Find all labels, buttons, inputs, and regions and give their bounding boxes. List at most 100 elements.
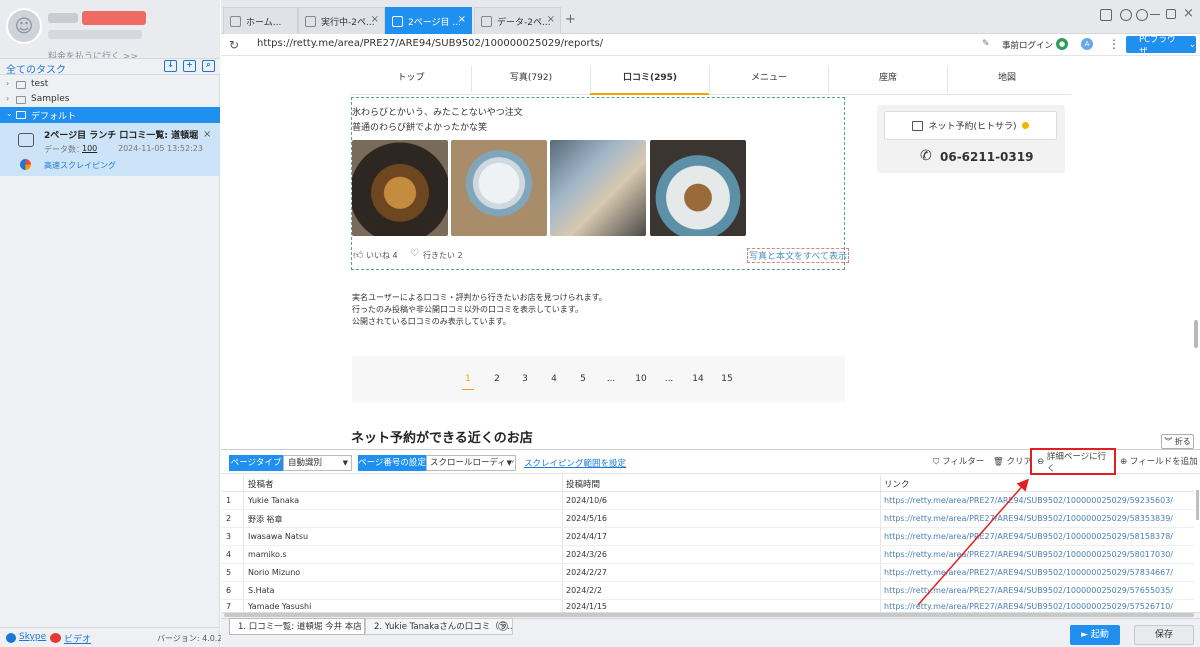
table-scrollbar[interactable]	[1196, 490, 1199, 520]
close-icon[interactable]: ×	[547, 14, 555, 25]
cell-author[interactable]: 野添 裕章	[248, 514, 283, 525]
page-link[interactable]: 14	[688, 374, 708, 384]
cell-link[interactable]: https://retty.me/area/PRE27/ARE94/SUB950…	[884, 568, 1173, 577]
like-count[interactable]: いいね 4	[366, 250, 398, 261]
page-link[interactable]: 3	[515, 374, 535, 384]
close-window-icon[interactable]: ×	[1183, 6, 1194, 21]
folder-default[interactable]: ⌄ デフォルト	[0, 107, 220, 123]
thumbs-up-icon[interactable]: 👍︎	[353, 249, 363, 261]
heart-icon[interactable]: ♡	[410, 248, 419, 259]
launch-button[interactable]: ► 起動	[1070, 625, 1120, 645]
cell-author[interactable]: S.Hata	[248, 586, 275, 595]
cell-author[interactable]: Iwasawa Natsu	[248, 532, 308, 541]
more-icon[interactable]: ⋮	[1108, 37, 1120, 51]
tab-page2[interactable]: 2ページ目 ... ×	[385, 7, 472, 34]
cell-author[interactable]: mamiko.s	[248, 550, 287, 559]
tab-data[interactable]: データ-2ペ... ×	[474, 7, 561, 34]
tasks-title[interactable]: 全てのタスク	[6, 61, 66, 76]
cell-link[interactable]: https://retty.me/area/PRE27/ARE94/SUB950…	[884, 602, 1173, 611]
add-field-button[interactable]: ⊕ フィールドを追加	[1120, 455, 1198, 467]
cell-link[interactable]: https://retty.me/area/PRE27/ARE94/SUB950…	[884, 514, 1173, 523]
folder-test[interactable]: › test	[0, 77, 220, 93]
cell-date[interactable]: 2024/10/6	[566, 496, 607, 505]
page-link[interactable]: 1	[458, 374, 478, 384]
minimize-icon[interactable]	[1150, 14, 1160, 15]
page-link[interactable]: 10	[631, 374, 651, 384]
cell-author[interactable]: Yamade Yasushi	[248, 602, 311, 611]
scrape-range-link[interactable]: スクレイピング範囲を設定	[524, 457, 626, 469]
cell-date[interactable]: 2024/5/16	[566, 514, 607, 523]
account-icon[interactable]: A	[1081, 38, 1093, 50]
clear-button[interactable]: 🗑︎ クリア	[993, 455, 1032, 467]
cell-date[interactable]: 2024/1/15	[566, 602, 607, 611]
table-row[interactable]: 3 Iwasawa Natsu 2024/4/17 https://retty.…	[221, 528, 1194, 546]
table-row[interactable]: 4 mamiko.s 2024/3/26 https://retty.me/ar…	[221, 546, 1194, 564]
want-count[interactable]: 行きたい 2	[423, 250, 463, 261]
page-link[interactable]: 4	[544, 374, 564, 384]
cell-date[interactable]: 2024/3/26	[566, 550, 607, 559]
table-row[interactable]: 1 Yukie Tanaka 2024/10/6 https://retty.m…	[221, 492, 1194, 510]
skype-link[interactable]: Skype	[19, 632, 46, 642]
tab-running[interactable]: 実行中-2ペ... ×	[298, 7, 385, 34]
pre-login-button[interactable]: 事前ログイン	[1002, 39, 1053, 51]
nav-reviews[interactable]: 口コミ(295)	[590, 70, 710, 83]
cell-author[interactable]: Yukie Tanaka	[248, 496, 299, 505]
nav-map[interactable]: 地図	[947, 70, 1067, 83]
nav-menu[interactable]: メニュー	[709, 70, 829, 83]
phone-number[interactable]: 06-6211-0319	[940, 150, 1033, 164]
data-tab-1[interactable]: 1. 口コミ一覧: 道頓堀 今井 本店 -...	[229, 618, 365, 635]
refresh-icon[interactable]: ↻	[229, 38, 239, 52]
cell-link[interactable]: https://retty.me/area/PRE27/ARE94/SUB950…	[884, 532, 1173, 541]
review-photo[interactable]	[650, 140, 746, 236]
goto-detail-button[interactable]: ⊖ 詳細ページに行く	[1030, 448, 1116, 475]
page-link[interactable]: 2	[487, 374, 507, 384]
page-number-select[interactable]: スクロールローディング ▼	[426, 455, 516, 471]
page-link[interactable]: 5	[573, 374, 593, 384]
column-header[interactable]: 投稿時間	[566, 478, 600, 490]
filter-button[interactable]: ⛉ フィルター	[933, 455, 984, 467]
help-icon[interactable]	[1120, 9, 1132, 21]
close-icon[interactable]: ×	[371, 14, 379, 25]
review-photo[interactable]	[451, 140, 547, 236]
cell-author[interactable]: Norio Mizuno	[248, 568, 300, 577]
reserve-button[interactable]: ネット予約(ヒトサラ)	[884, 111, 1057, 140]
browser-mode-button[interactable]: PCブラウザ ⌄	[1126, 35, 1196, 57]
page-type-select[interactable]: 自動識別 ▼	[283, 455, 352, 471]
table-row[interactable]: 2 野添 裕章 2024/5/16 https://retty.me/area/…	[221, 510, 1194, 528]
task-count[interactable]: 100	[82, 144, 97, 153]
close-icon[interactable]: ×	[203, 129, 211, 140]
column-header[interactable]: 投稿者	[248, 478, 274, 490]
task-name[interactable]: 2ページ目 ランチ 口コミ一覧: 道頓堀 今井 ...	[44, 128, 200, 141]
review-photo[interactable]	[550, 140, 646, 236]
extension-icon[interactable]: ●	[1056, 38, 1068, 50]
new-tab-button[interactable]: +	[565, 12, 576, 27]
save-button[interactable]: 保存	[1134, 625, 1194, 645]
nav-seats[interactable]: 座席	[828, 70, 948, 83]
tab-home[interactable]: ホーム...	[223, 7, 298, 34]
cell-date[interactable]: 2024/2/2	[566, 586, 602, 595]
review-photo[interactable]	[352, 140, 448, 236]
page-scrollbar[interactable]	[1194, 320, 1198, 348]
url-input[interactable]: https://retty.me/area/PRE27/ARE94/SUB950…	[257, 38, 603, 49]
table-row[interactable]: 5 Norio Mizuno 2024/2/27 https://retty.m…	[221, 564, 1194, 582]
avatar[interactable]: ☺	[6, 8, 42, 44]
restore-icon[interactable]	[1166, 9, 1176, 19]
nav-top[interactable]: トップ	[351, 70, 471, 83]
cell-link[interactable]: https://retty.me/area/PRE27/ARE94/SUB950…	[884, 550, 1173, 559]
close-icon[interactable]: ×	[458, 14, 466, 25]
video-link[interactable]: ビデオ	[64, 632, 91, 645]
fold-button[interactable]: ︾ 折る	[1161, 434, 1194, 449]
column-header[interactable]: リンク	[884, 478, 910, 490]
horizontal-scrollbar[interactable]	[224, 613, 1194, 617]
folder-samples[interactable]: › Samples	[0, 92, 220, 108]
close-icon[interactable]: ×	[498, 621, 508, 631]
cell-date[interactable]: 2024/4/17	[566, 532, 607, 541]
edit-icon[interactable]: ✎	[982, 39, 990, 49]
search-task-icon[interactable]: ⌕	[202, 60, 215, 72]
settings-icon[interactable]	[1136, 9, 1148, 21]
show-all-link[interactable]: 写真と本文をすべて表示	[747, 248, 850, 263]
page-link[interactable]: 15	[717, 374, 737, 384]
gift-icon[interactable]	[1100, 9, 1112, 21]
cell-link[interactable]: https://retty.me/area/PRE27/ARE94/SUB950…	[884, 586, 1173, 595]
new-task-icon[interactable]: +	[183, 60, 196, 72]
